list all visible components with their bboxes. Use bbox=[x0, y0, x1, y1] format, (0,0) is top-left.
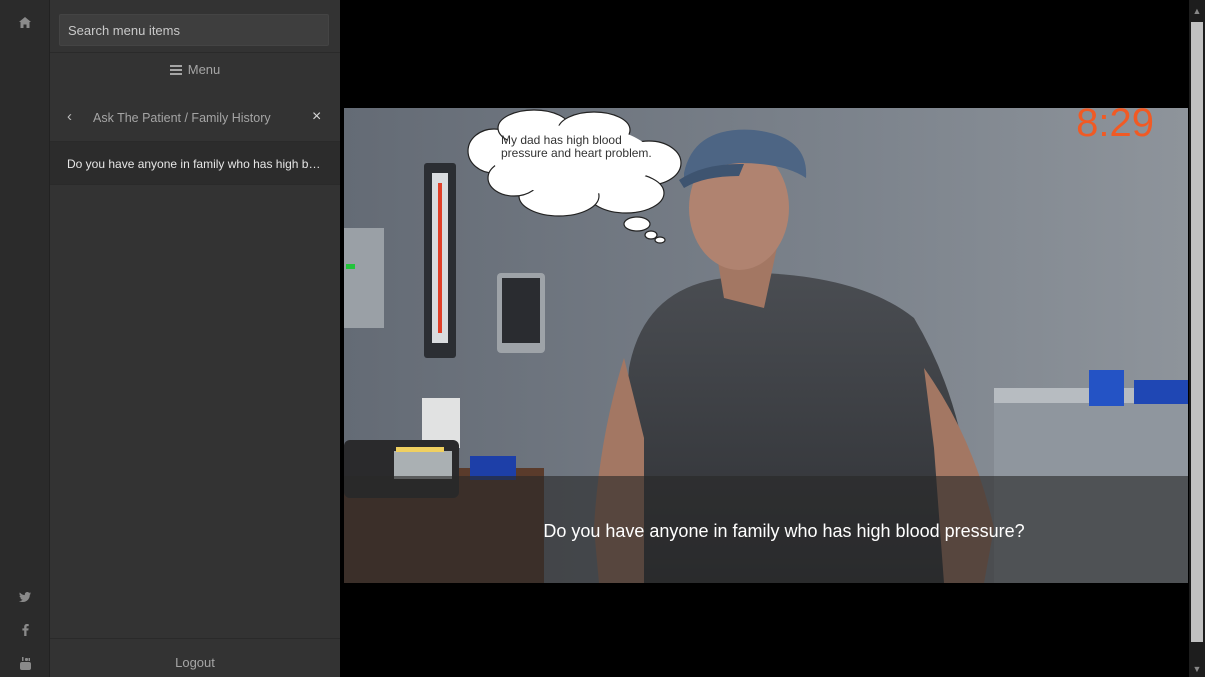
scroll-down-icon[interactable]: ▼ bbox=[1189, 664, 1205, 674]
hamburger-icon bbox=[169, 65, 182, 75]
speech-bubble-text: My dad has high blood pressure and heart… bbox=[501, 133, 652, 160]
video-player[interactable]: 8:29 My dad has high blood pressure and … bbox=[340, 8, 1189, 677]
logout-button[interactable]: Logout bbox=[50, 638, 340, 677]
scrollbar[interactable]: ▲ ▼ bbox=[1189, 0, 1205, 677]
breadcrumb: ‹ Ask The Patient / Family History × bbox=[50, 108, 340, 130]
chevron-left-icon[interactable]: ‹ bbox=[67, 108, 72, 126]
home-icon[interactable] bbox=[0, 17, 50, 31]
close-icon[interactable]: × bbox=[312, 108, 321, 126]
scrollbar-thumb[interactable] bbox=[1191, 22, 1203, 642]
youtube-icon[interactable] bbox=[0, 657, 50, 673]
search-input[interactable] bbox=[59, 14, 329, 46]
facebook-icon[interactable] bbox=[0, 624, 50, 639]
subtitle-text: Do you have anyone in family who has hig… bbox=[543, 521, 1025, 541]
scroll-up-icon[interactable]: ▲ bbox=[1189, 6, 1205, 16]
icon-rail bbox=[0, 0, 50, 677]
divider bbox=[50, 52, 340, 53]
list-item[interactable]: Do you have anyone in family who has hig… bbox=[50, 141, 340, 185]
menu-label: Menu bbox=[187, 62, 221, 77]
breadcrumb-path: Ask The Patient / Family History bbox=[93, 111, 271, 125]
menu-header[interactable]: Menu bbox=[50, 62, 340, 77]
twitter-icon[interactable] bbox=[0, 591, 50, 605]
sidebar-menu: Menu ‹ Ask The Patient / Family History … bbox=[50, 0, 370, 677]
patient-scene: 8:29 My dad has high blood pressure and … bbox=[344, 108, 1188, 583]
countdown-timer: 8:29 bbox=[1076, 108, 1154, 145]
